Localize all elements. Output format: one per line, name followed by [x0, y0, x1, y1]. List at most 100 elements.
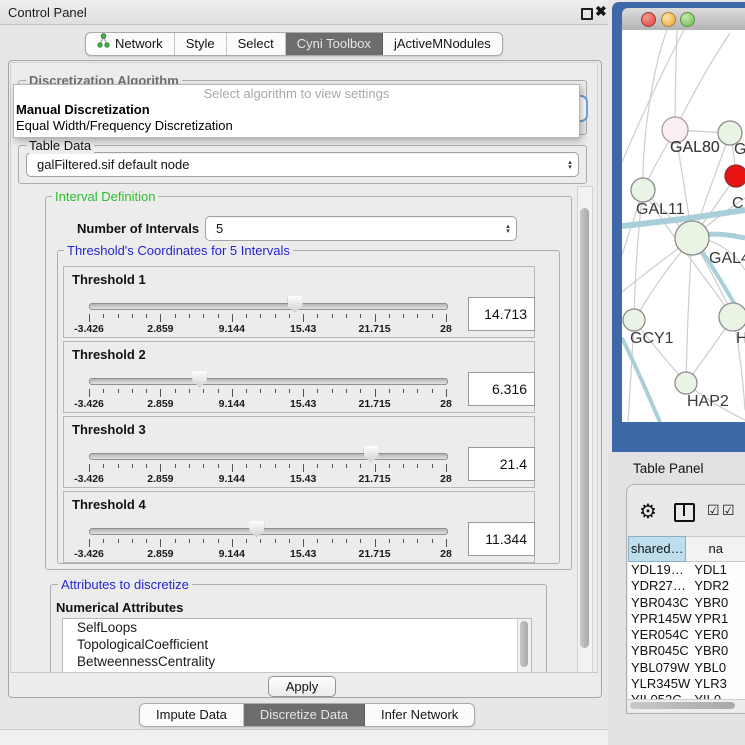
tab-cyni-toolbox[interactable]: Cyni Toolbox [286, 33, 383, 55]
slider-ticks [89, 464, 447, 473]
attribute-list-item[interactable]: SelfLoops [63, 619, 531, 636]
threshold-1-box: Threshold 1 -3.4262.8599.14415.4321.7152… [63, 266, 535, 338]
table-row[interactable]: YBR045CYBR0 [628, 643, 745, 659]
network-node[interactable] [675, 221, 709, 255]
threshold-4-slider-thumb[interactable] [249, 521, 264, 538]
table-cell[interactable]: YPR145W [628, 611, 694, 627]
tick-label: -3.426 [74, 323, 104, 335]
threshold-4-slider-track[interactable] [89, 528, 448, 535]
column-header-shared-name[interactable]: shared… [628, 536, 686, 562]
thresholds-group-title: Threshold's Coordinates for 5 Intervals [64, 243, 293, 258]
close-icon[interactable]: ✖ [595, 3, 607, 20]
tick-mark [189, 539, 190, 543]
attribute-list-item[interactable]: TopologicalCoefficient [63, 636, 531, 653]
table-cell[interactable]: YDR2 [694, 578, 745, 594]
tab-impute-data[interactable]: Impute Data [140, 704, 244, 726]
table-row[interactable]: YBR043CYBR0 [628, 595, 745, 611]
threshold-4-value-field[interactable]: 11.344 [468, 522, 535, 556]
node-table[interactable]: shared… na YDL19…YDL1YDR27…YDR2YBR043CYB… [628, 536, 745, 699]
network-node[interactable] [725, 165, 745, 187]
slider-ticks [89, 314, 447, 323]
tick-label: 2.859 [147, 398, 173, 410]
table-cell[interactable]: YBR0 [694, 595, 745, 611]
threshold-2-label: Threshold 2 [72, 347, 146, 362]
table-cell[interactable]: YBR045C [628, 643, 694, 659]
apply-button[interactable]: Apply [268, 676, 336, 697]
table-row[interactable]: YDR27…YDR2 [628, 578, 745, 594]
tick-mark [303, 539, 304, 547]
network-node[interactable] [623, 309, 645, 331]
network-canvas[interactable]: GCGAL80GAL11GAL4GCY1HHAP2GAL80 [622, 30, 745, 422]
table-row[interactable]: YPR145WYPR1 [628, 611, 745, 627]
table-hscrollbar-thumb[interactable] [630, 702, 735, 709]
table-cell[interactable]: YIL0 [694, 692, 745, 699]
table-hscrollbar[interactable] [628, 699, 745, 712]
tab-select[interactable]: Select [227, 33, 286, 55]
numerical-attributes-list[interactable]: SelfLoopsTopologicalCoefficientBetweenne… [62, 618, 532, 674]
tick-mark [389, 539, 390, 543]
attribute-list-item[interactable]: BetweennessCentrality [63, 653, 531, 670]
menu-item-manual-discretization[interactable]: Manual Discretization [14, 102, 579, 118]
network-node[interactable] [675, 372, 697, 394]
tick-mark [375, 314, 376, 322]
checkbox-icon[interactable]: ☑ [722, 502, 735, 519]
close-traffic-light-icon[interactable] [641, 12, 656, 27]
tick-mark [446, 464, 447, 472]
table-cell[interactable]: YDR27… [628, 578, 694, 594]
network-node[interactable] [719, 303, 745, 331]
column-header-name[interactable]: na [686, 536, 745, 562]
list-scrollbar[interactable] [517, 619, 531, 673]
list-scrollbar-thumb[interactable] [520, 621, 528, 667]
threshold-2-value-field[interactable]: 6.316 [468, 372, 535, 406]
table-row[interactable]: YBL079WYBL0 [628, 660, 745, 676]
gear-icon[interactable]: ⚙ [639, 499, 657, 524]
zoom-traffic-light-icon[interactable] [680, 12, 695, 27]
table-data-combobox[interactable]: galFiltered.sif default node ▴▾ [26, 152, 579, 177]
threshold-1-slider-thumb[interactable] [288, 296, 303, 313]
table-cell[interactable]: YLR345W [628, 676, 694, 692]
table-cell[interactable]: YDL19… [628, 562, 694, 578]
panel-scrollbar-thumb[interactable] [580, 208, 589, 648]
tick-mark [189, 314, 190, 318]
float-window-icon[interactable] [581, 8, 593, 20]
network-node-label: GCY1 [630, 330, 674, 347]
slider-tick-labels: -3.4262.8599.14415.4321.71528 [89, 398, 447, 410]
tick-mark [289, 539, 290, 543]
panel-scrollbar[interactable] [577, 186, 593, 674]
network-window-titlebar[interactable] [622, 8, 745, 31]
table-row[interactable]: YDL19…YDL1 [628, 562, 745, 578]
threshold-1-slider-track[interactable] [89, 303, 448, 310]
threshold-3-value-field[interactable]: 21.4 [468, 447, 535, 481]
slider-ticks [89, 389, 447, 398]
table-cell[interactable]: YBL079W [628, 660, 694, 676]
threshold-2-slider-track[interactable] [89, 378, 448, 385]
network-node[interactable] [631, 178, 655, 202]
table-cell[interactable]: YIL052C [628, 692, 694, 699]
menu-item-equal-width-frequency[interactable]: Equal Width/Frequency Discretization [14, 118, 579, 134]
minimize-traffic-light-icon[interactable] [661, 12, 676, 27]
split-columns-icon[interactable] [674, 503, 695, 522]
checkbox-icon[interactable]: ☑ [707, 502, 720, 519]
threshold-3-slider-thumb[interactable] [364, 446, 379, 463]
threshold-1-value-field[interactable]: 14.713 [468, 297, 535, 331]
threshold-2-slider-thumb[interactable] [192, 371, 207, 388]
table-cell[interactable]: YER0 [694, 627, 745, 643]
table-cell[interactable]: YBR043C [628, 595, 694, 611]
tab-network[interactable]: Network [86, 33, 175, 55]
tab-discretize-data[interactable]: Discretize Data [244, 704, 365, 726]
table-cell[interactable]: YBR0 [694, 643, 745, 659]
threshold-3-slider-track[interactable] [89, 453, 448, 460]
tab-infer-network[interactable]: Infer Network [365, 704, 474, 726]
tick-mark [417, 464, 418, 468]
table-cell[interactable]: YLR3 [694, 676, 745, 692]
tab-jactivemnodules[interactable]: jActiveMNodules [383, 33, 502, 55]
table-row[interactable]: YLR345WYLR3 [628, 676, 745, 692]
tab-style[interactable]: Style [175, 33, 227, 55]
table-cell[interactable]: YPR1 [694, 611, 745, 627]
table-cell[interactable]: YDL1 [694, 562, 745, 578]
table-row[interactable]: YIL052CYIL0 [628, 692, 745, 699]
number-of-intervals-combobox[interactable]: 5 ▴▾ [205, 216, 517, 241]
table-row[interactable]: YER054CYER0 [628, 627, 745, 643]
table-cell[interactable]: YER054C [628, 627, 694, 643]
table-cell[interactable]: YBL0 [694, 660, 745, 676]
